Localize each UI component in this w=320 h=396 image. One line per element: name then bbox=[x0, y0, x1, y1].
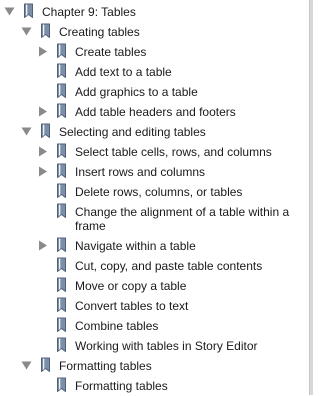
toc-item-label[interactable]: Add text to a table bbox=[75, 65, 300, 79]
toc-item-level0[interactable]: Chapter 9: Tables bbox=[0, 2, 309, 22]
book-icon bbox=[56, 163, 67, 179]
book-icon bbox=[56, 63, 67, 79]
book-icon bbox=[56, 297, 67, 313]
toc-item-label[interactable]: Add table headers and footers bbox=[75, 105, 300, 119]
toc-item-label[interactable]: Insert rows and columns bbox=[75, 165, 300, 179]
toc-item-label[interactable]: Formatting tables bbox=[59, 359, 152, 373]
toc-item-label[interactable]: Create tables bbox=[75, 45, 300, 59]
book-icon bbox=[40, 123, 51, 139]
toc-item-label[interactable]: Selecting and editing tables bbox=[59, 125, 206, 139]
toc-item-label[interactable]: Cut, copy, and paste table contents bbox=[75, 259, 300, 273]
book-icon bbox=[56, 337, 67, 353]
disclosure-triangle-down-icon[interactable] bbox=[21, 26, 32, 37]
toc-item-label[interactable]: Move or copy a table bbox=[75, 279, 300, 293]
toc-item-level2[interactable]: Navigate within a table bbox=[0, 236, 309, 256]
disclosure-triangle-right-icon[interactable] bbox=[37, 46, 48, 57]
scrollbar-edge[interactable] bbox=[309, 0, 313, 395]
toc-item-level1[interactable]: Creating tables bbox=[0, 22, 309, 42]
toc-item-level2[interactable]: Add text to a table bbox=[0, 62, 309, 82]
toc-tree: Chapter 9: Tables Creating tables Create t… bbox=[0, 0, 313, 395]
toc-item-label[interactable]: Navigate within a table bbox=[75, 239, 300, 253]
book-icon bbox=[56, 257, 67, 273]
book-icon bbox=[56, 317, 67, 333]
toc-item-label[interactable]: Convert tables to text bbox=[75, 299, 300, 313]
toc-item-level2[interactable]: Convert tables to text bbox=[0, 296, 309, 316]
toc-item-level2[interactable]: Move or copy a table bbox=[0, 276, 309, 296]
book-icon bbox=[40, 357, 51, 373]
toc-item-level2[interactable]: Combine tables bbox=[0, 316, 309, 336]
toc-item-label[interactable]: Creating tables bbox=[59, 25, 140, 39]
book-icon bbox=[40, 23, 51, 39]
book-icon bbox=[56, 203, 67, 219]
toc-item-label[interactable]: Change the alignment of a table within a… bbox=[75, 205, 300, 233]
book-icon bbox=[56, 183, 67, 199]
toc-item-level1[interactable]: Selecting and editing tables bbox=[0, 122, 309, 142]
toc-item-level2[interactable]: Create tables bbox=[0, 42, 309, 62]
disclosure-triangle-right-icon[interactable] bbox=[37, 166, 48, 177]
book-icon bbox=[56, 143, 67, 159]
book-icon bbox=[56, 377, 67, 393]
toc-item-label[interactable]: Working with tables in Story Editor bbox=[75, 339, 300, 353]
toc-item-level2[interactable]: Delete rows, columns, or tables bbox=[0, 182, 309, 202]
toc-item-level2[interactable]: Working with tables in Story Editor bbox=[0, 336, 309, 356]
toc-item-level2[interactable]: Add graphics to a table bbox=[0, 82, 309, 102]
toc-item-label[interactable]: Chapter 9: Tables bbox=[42, 5, 136, 19]
disclosure-triangle-right-icon[interactable] bbox=[37, 240, 48, 251]
toc-item-label[interactable]: Add graphics to a table bbox=[75, 85, 300, 99]
disclosure-triangle-down-icon[interactable] bbox=[4, 6, 15, 17]
toc-item-level2[interactable]: Change the alignment of a table within a… bbox=[0, 202, 309, 236]
toc-item-level2[interactable]: Select table cells, rows, and columns bbox=[0, 142, 309, 162]
disclosure-triangle-right-icon[interactable] bbox=[37, 146, 48, 157]
toc-item-label[interactable]: Select table cells, rows, and columns bbox=[75, 145, 300, 159]
toc-item-level2[interactable]: Cut, copy, and paste table contents bbox=[0, 256, 309, 276]
book-icon bbox=[56, 237, 67, 253]
toc-item-level2[interactable]: Add table headers and footers bbox=[0, 102, 309, 122]
book-icon bbox=[56, 83, 67, 99]
toc-item-label[interactable]: Combine tables bbox=[75, 319, 300, 333]
toc-item-level1[interactable]: Formatting tables bbox=[0, 356, 309, 376]
toc-item-label[interactable]: Delete rows, columns, or tables bbox=[75, 185, 300, 199]
toc-item-level2[interactable]: Insert rows and columns bbox=[0, 162, 309, 182]
toc-item-level2[interactable]: Formatting tables bbox=[0, 376, 309, 396]
book-icon bbox=[56, 43, 67, 59]
book-icon bbox=[56, 103, 67, 119]
book-icon bbox=[56, 277, 67, 293]
disclosure-triangle-right-icon[interactable] bbox=[37, 106, 48, 117]
book-icon bbox=[23, 3, 34, 19]
toc-item-label[interactable]: Formatting tables bbox=[75, 379, 300, 393]
disclosure-triangle-down-icon[interactable] bbox=[21, 360, 32, 371]
disclosure-triangle-down-icon[interactable] bbox=[21, 126, 32, 137]
